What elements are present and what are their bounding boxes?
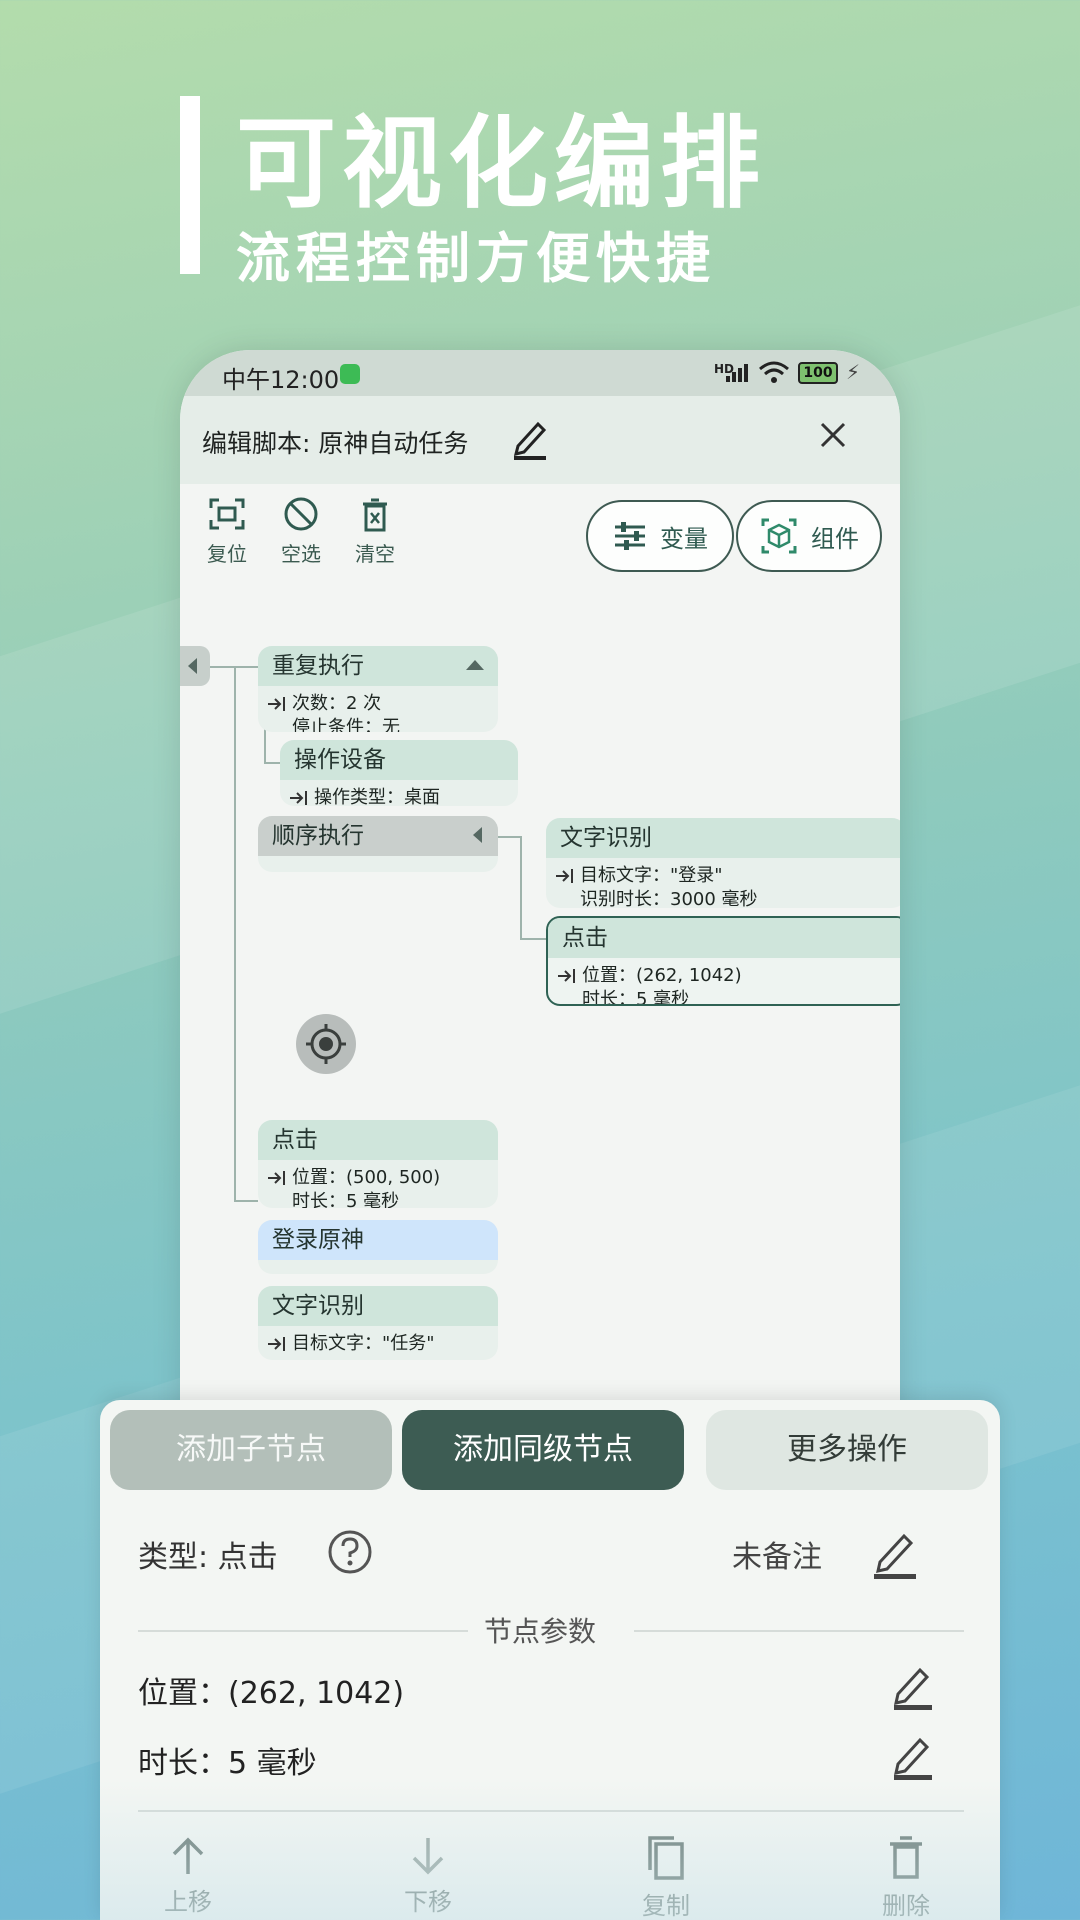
components-label: 组件 [811,524,859,553]
node-param: 位置：(500, 500) [292,1167,441,1188]
editor-toolbar: 复位 空选 清空 变量 组件 [180,484,900,594]
node-click-selected[interactable]: 点击 位置：(262, 1042) 时长：5 毫秒 [546,916,900,1006]
trash-icon [890,1836,922,1879]
node-param: 位置：(262, 1042) [582,965,742,986]
delete-button[interactable]: 删除 [846,1834,966,1920]
node-title: 顺序执行 [258,816,498,856]
headline-bar [180,96,200,274]
help-icon[interactable] [326,1528,374,1576]
node-action-sheet: 添加子节点 添加同级节点 更多操作 类型: 点击 未备注 节点参数 位置：(26… [100,1400,1000,1920]
node-click[interactable]: 点击 位置：(500, 500) 时长：5 毫秒 [258,1120,498,1208]
node-param: 时长：5 毫秒 [292,1191,400,1208]
add-sibling-node-button[interactable]: 添加同级节点 [402,1410,684,1490]
signal-icon [726,364,748,382]
node-param: 识别时长：3000 毫秒 [580,889,758,908]
cube-icon [761,518,797,554]
deselect-label: 空选 [281,542,321,566]
node-title: 文字识别 [546,818,900,858]
copy-icon [648,1836,684,1880]
move-up-label: 上移 [164,1888,212,1916]
input-arrow-icon [558,969,575,983]
trash-icon [363,498,387,532]
note-label: 未备注 [732,1540,822,1575]
sliders-icon [615,522,645,550]
editor-titlebar: 编辑脚本: 原神自动任务 [180,396,900,484]
more-actions-button[interactable]: 更多操作 [706,1410,988,1490]
node-title: 文字识别 [258,1286,498,1326]
node-param: 目标文字："任务" [292,1333,435,1354]
node-title: 重复执行 [258,646,498,686]
delete-label: 删除 [882,1892,930,1920]
move-down-button[interactable]: 下移 [368,1834,488,1917]
section-title: 节点参数 [484,1615,597,1648]
move-down-label: 下移 [404,1888,452,1916]
components-button[interactable]: 组件 [736,500,882,572]
node-ocr-login[interactable]: 文字识别 目标文字："登录" 识别时长：3000 毫秒 [546,818,900,908]
variables-label: 变量 [660,524,708,553]
copy-label: 复制 [642,1892,690,1920]
copy-button[interactable]: 复制 [606,1834,726,1920]
status-bar: 中午12:00 HD 100 ⚡ [180,350,900,396]
edit-duration-icon[interactable] [890,1732,934,1782]
edit-note-icon[interactable] [870,1526,918,1582]
node-repeat[interactable]: 重复执行 次数：2 次 停止条件：无 [258,646,498,732]
wifi-icon [759,361,789,383]
edit-position-icon[interactable] [890,1662,934,1712]
script-title: 编辑脚本: 原神自动任务 [202,429,469,458]
param-duration: 时长：5 毫秒 [138,1746,317,1781]
headline-subtitle: 流程控制方便快捷 [236,226,716,290]
edit-title-icon[interactable] [510,416,550,462]
node-param: 停止条件：无 [292,717,400,732]
node-ocr-task[interactable]: 文字识别 目标文字："任务" [258,1286,498,1360]
input-arrow-icon [290,791,307,805]
locate-button[interactable] [296,1014,356,1074]
node-title: 点击 [258,1120,498,1160]
node-param: 目标文字："登录" [580,865,723,886]
variables-button[interactable]: 变量 [586,500,734,572]
arrow-down-icon [412,1838,444,1875]
reset-button[interactable]: 复位 [192,496,262,567]
arrow-up-icon [172,1837,204,1874]
battery-indicator: 100 [798,362,838,384]
node-title: 操作设备 [280,740,518,780]
target-icon [306,1024,346,1064]
deselect-button[interactable]: 空选 [266,496,336,567]
node-param: 时长：5 毫秒 [582,989,690,1006]
input-arrow-icon [268,1171,285,1185]
block-icon [284,497,318,531]
divider [138,1630,468,1632]
status-time: 中午12:00 [222,366,340,394]
node-title: 点击 [548,918,900,958]
node-param: 操作类型：桌面 [314,787,440,806]
expand-icon[interactable] [473,827,482,843]
reset-label: 复位 [207,542,247,566]
close-icon[interactable] [816,418,850,452]
node-login[interactable]: 登录原神 [258,1220,498,1274]
param-position: 位置：(262, 1042) [138,1676,405,1711]
input-arrow-icon [268,1337,285,1351]
node-type-label: 类型: 点击 [138,1540,278,1575]
collapse-root-handle[interactable] [180,646,210,686]
node-param: 次数：2 次 [292,693,382,714]
move-up-button[interactable]: 上移 [128,1834,248,1917]
clear-button[interactable]: 清空 [340,496,410,567]
input-arrow-icon [268,697,285,711]
charging-icon: ⚡ [846,360,861,384]
input-arrow-icon [556,869,573,883]
node-title: 登录原神 [258,1220,498,1260]
reset-icon [209,498,245,530]
app-notification-icon [340,364,360,384]
bottom-nav: 上移 下移 复制 删除 [100,1824,1000,1920]
clear-label: 清空 [355,542,395,566]
divider [138,1810,964,1812]
headline-title: 可视化编排 [236,104,766,222]
add-child-node-button[interactable]: 添加子节点 [110,1410,392,1490]
node-sequence[interactable]: 顺序执行 [258,816,498,872]
node-device[interactable]: 操作设备 操作类型：桌面 [280,740,518,806]
divider [634,1630,964,1632]
collapse-icon[interactable] [466,660,484,670]
